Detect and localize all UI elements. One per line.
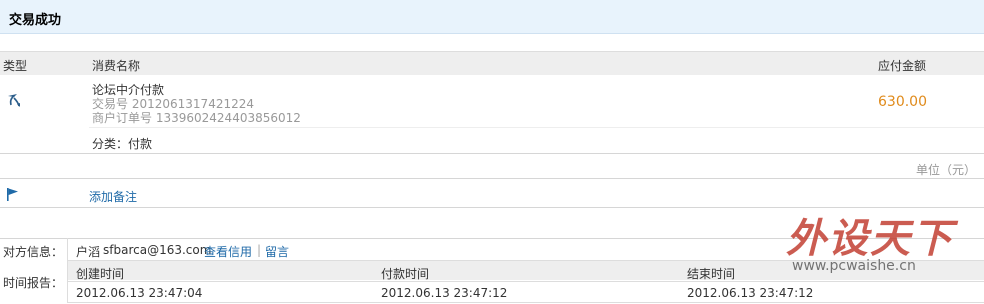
link-separator: | [257,243,262,257]
counterparty-name: 户滔 [76,245,101,259]
finished-time: 2012.06.13 23:47:12 [687,286,814,300]
counterparty-label: 对方信息： [3,245,64,259]
paid-time: 2012.06.13 23:47:12 [381,286,508,300]
divider [0,238,984,239]
divider [0,178,984,179]
table-header: 类型 消费名称 应付金额 [0,51,984,75]
add-note-link[interactable]: 添加备注 [89,188,137,205]
page-title: 交易成功 [9,13,62,28]
time-report-label: 时间报告： [3,276,64,290]
watermark-logo: 外设天下 [786,216,954,262]
message-link[interactable]: 留言 [265,243,289,260]
column-header-name: 消费名称 [92,59,141,73]
created-time-header: 创建时间 [76,267,125,281]
amount-due: 630.00 [878,94,927,110]
view-credit-link[interactable]: 查看信用 [204,243,252,260]
divider [0,153,984,154]
title-bar: 交易成功 [0,0,984,34]
finished-time-header: 结束时间 [687,267,736,281]
time-report-values: 2012.06.13 23:47:04 2012.06.13 23:47:12 … [68,281,984,303]
divider [0,207,984,208]
divider [67,238,68,260]
merchant-order-number: 商户订单号 1339602424403856012 [92,111,301,125]
counterparty-email: sfbarca@163.com [103,243,212,257]
paid-time-header: 付款时间 [381,267,430,281]
column-header-amount: 应付金额 [878,59,927,73]
unit-label: 单位（元） [915,163,976,177]
order-category: 分类：付款 [92,137,153,151]
column-header-type: 类型 [3,59,28,73]
created-time: 2012.06.13 23:47:04 [76,286,203,300]
time-report-table: 创建时间 付款时间 结束时间 2012.06.13 23:47:04 2012.… [67,260,984,303]
transfer-icon [8,94,20,107]
time-report-header: 创建时间 付款时间 结束时间 [68,260,984,281]
flag-icon [7,188,18,201]
divider [89,127,984,128]
